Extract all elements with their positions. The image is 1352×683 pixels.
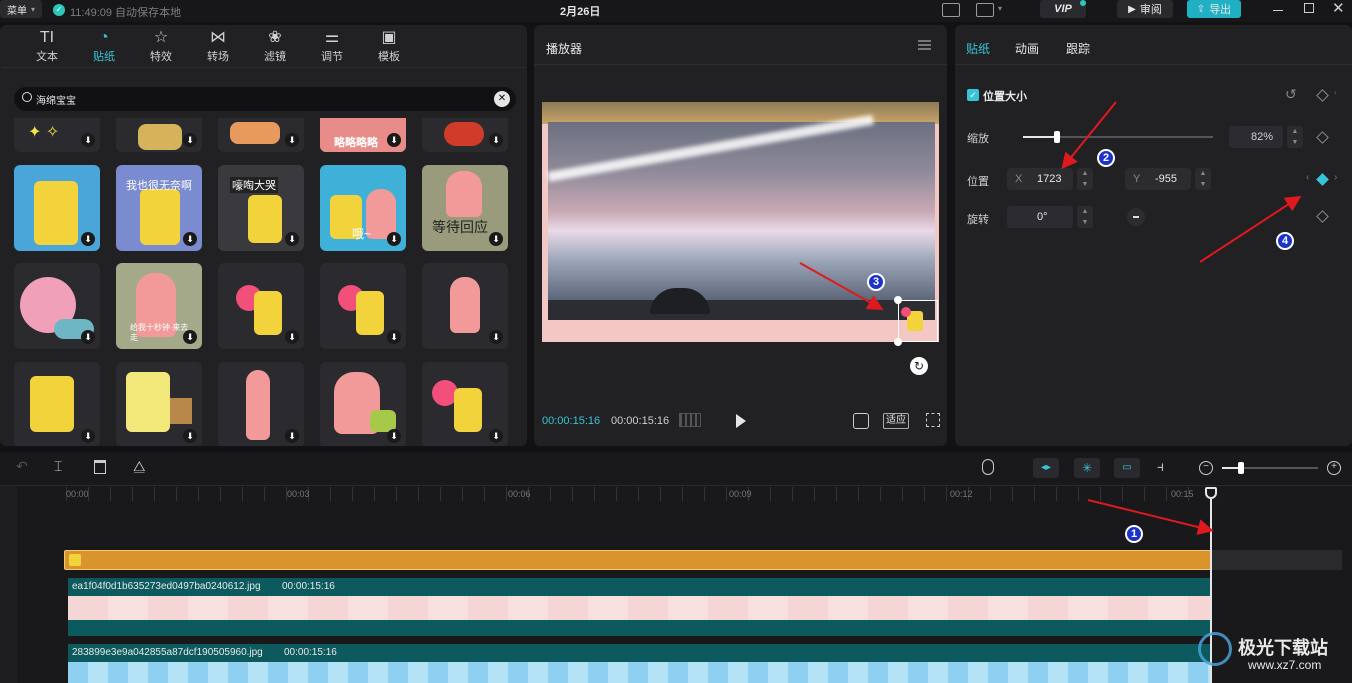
app-window: 菜单 ▾ ✓ 11:49:09 自动保存本地 2月26日 ▾ VIP ▶ 审阅 … [0, 0, 1352, 683]
annotation-arrow [1087, 499, 1214, 535]
annotation-overlay [799, 101, 1302, 535]
annotation-arrow [1199, 195, 1302, 263]
annotation-marker: 4 [1276, 232, 1294, 250]
annotation-marker: 3 [867, 273, 885, 291]
annotation-marker: 1 [1125, 525, 1143, 543]
annotation-marker: 2 [1097, 149, 1115, 167]
